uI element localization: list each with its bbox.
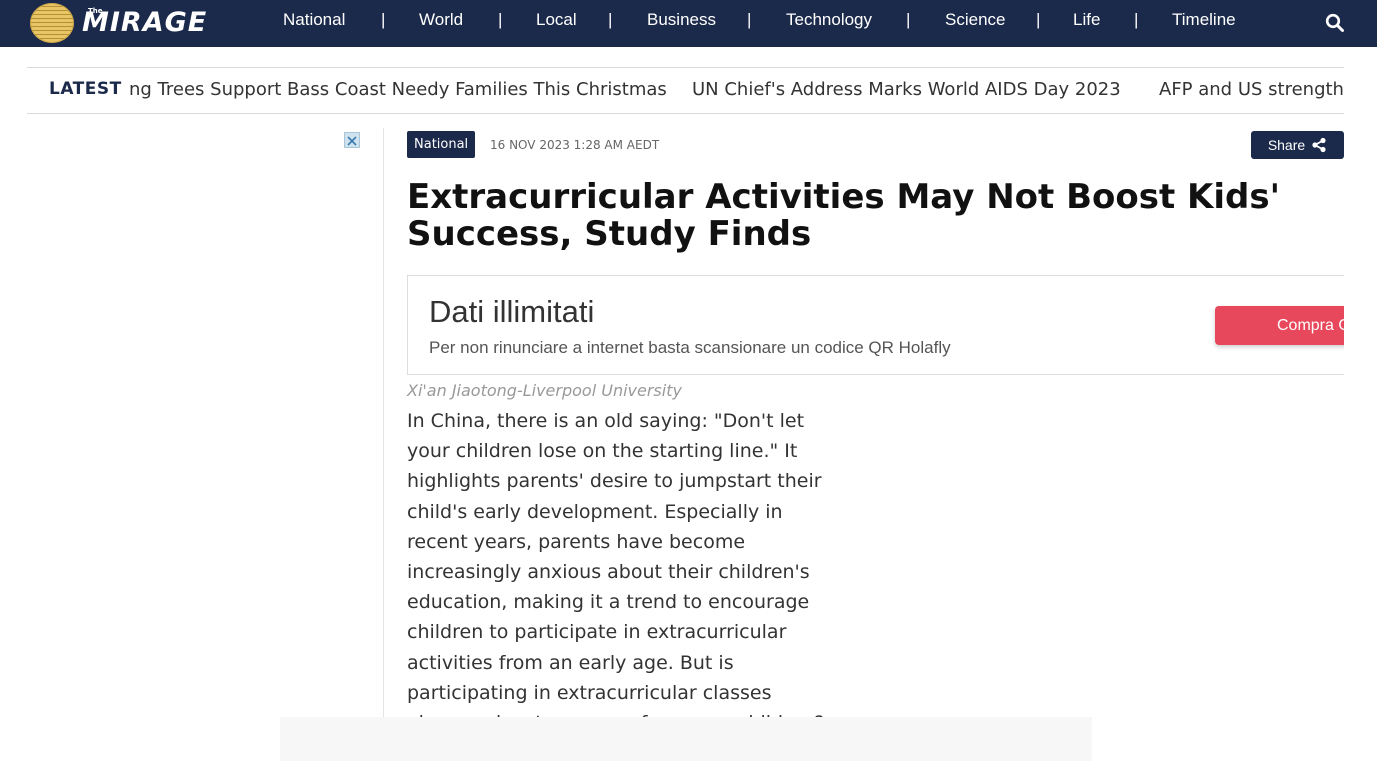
latest-ticker: LATEST ng Trees Support Bass Coast Needy… bbox=[27, 67, 1344, 114]
ad-subtitle: Per non rinunciare a internet basta scan… bbox=[429, 338, 951, 357]
nav-technology[interactable]: Technology bbox=[786, 10, 872, 30]
nav-separator: | bbox=[747, 10, 752, 29]
nav-business[interactable]: Business bbox=[647, 10, 716, 30]
nav-separator: | bbox=[906, 10, 911, 29]
nav-separator: | bbox=[1036, 10, 1041, 29]
ticker-item[interactable]: AFP and US strengthen bbox=[1159, 79, 1344, 100]
share-button[interactable]: Share bbox=[1251, 131, 1344, 159]
nav-life[interactable]: Life bbox=[1073, 10, 1100, 30]
nav-timeline[interactable]: Timeline bbox=[1172, 10, 1236, 30]
article-body: In China, there is an old saying: "Don't… bbox=[407, 410, 824, 717]
left-ad-column bbox=[27, 128, 384, 718]
nav-separator: | bbox=[498, 10, 503, 29]
nav-local[interactable]: Local bbox=[536, 10, 577, 30]
nav-science[interactable]: Science bbox=[945, 10, 1005, 30]
top-navigation-bar: The MIRAGE National | World | Local | Bu… bbox=[0, 0, 1377, 47]
article-byline: Xi'an Jiaotong-Liverpool University bbox=[407, 381, 682, 400]
nav-separator: | bbox=[1134, 10, 1139, 29]
bottom-ad-slot bbox=[280, 717, 1092, 761]
nav-world[interactable]: World bbox=[419, 10, 463, 30]
share-icon bbox=[1312, 137, 1326, 153]
ticker-item[interactable]: UN Chief's Address Marks World AIDS Day … bbox=[692, 79, 1121, 100]
search-icon[interactable] bbox=[1325, 13, 1345, 33]
article-headline: Extracurricular Activities May Not Boost… bbox=[407, 177, 1281, 254]
inline-ad[interactable]: Dati illimitati Per non rinunciare a int… bbox=[407, 275, 1344, 375]
nav-separator: | bbox=[608, 10, 613, 29]
nav-separator: | bbox=[381, 10, 386, 29]
ticker-item[interactable]: ng Trees Support Bass Coast Needy Famili… bbox=[129, 79, 667, 100]
ad-cta-button[interactable]: Compra Ora bbox=[1215, 306, 1344, 345]
article-date: 16 NOV 2023 1:28 AM AEDT bbox=[490, 138, 660, 152]
close-icon bbox=[347, 136, 357, 146]
ticker-label: LATEST bbox=[49, 79, 122, 99]
ticker-track: ng Trees Support Bass Coast Needy Famili… bbox=[129, 68, 1344, 113]
nav-national[interactable]: National bbox=[283, 10, 345, 30]
ad-title: Dati illimitati bbox=[429, 294, 595, 329]
category-badge[interactable]: National bbox=[407, 131, 476, 158]
ad-close-button[interactable] bbox=[344, 132, 360, 148]
main-nav: National | World | Local | Business | Te… bbox=[0, 0, 1377, 47]
share-label: Share bbox=[1267, 137, 1306, 153]
